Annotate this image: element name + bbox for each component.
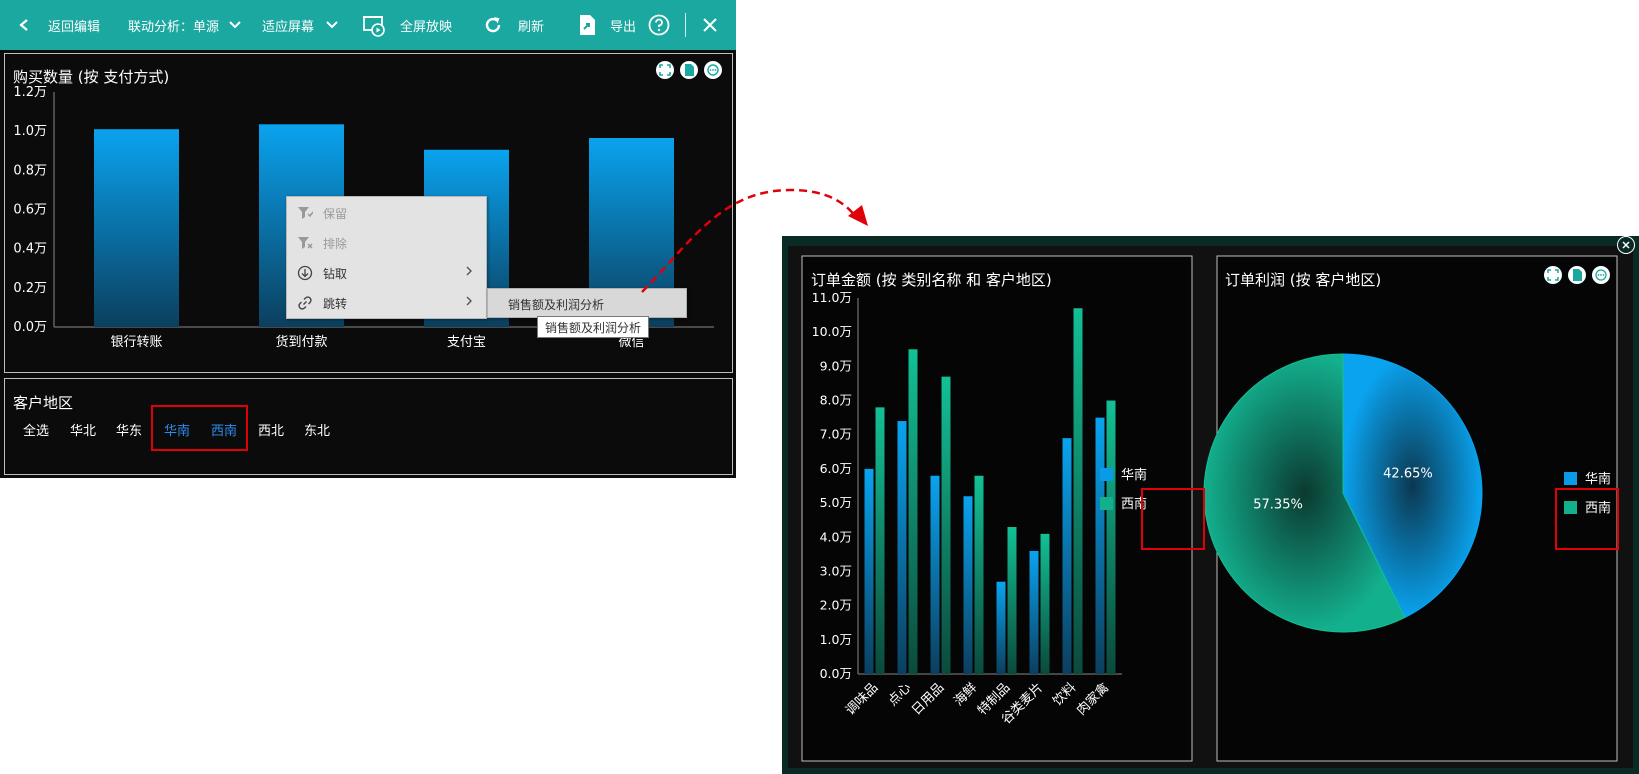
legend-label[interactable]: 华南	[1585, 471, 1611, 487]
chevron-right-icon	[465, 265, 473, 280]
legend-label[interactable]: 华南	[1121, 467, 1147, 483]
y-tick-label: 3.0万	[820, 563, 852, 578]
link-icon	[297, 295, 313, 311]
filter-item[interactable]: 华北	[70, 420, 96, 439]
filter-item[interactable]: 华东	[116, 420, 142, 439]
filter-keep-icon	[297, 205, 314, 221]
context-menu-item[interactable]: 跳转	[287, 288, 486, 318]
jump-arrow-head	[848, 205, 868, 226]
y-tick-label: 11.0万	[812, 290, 852, 305]
x-tick-label: 货到付款	[275, 334, 327, 350]
context-menu-item[interactable]: 钻取	[287, 258, 486, 288]
selection-highlight-box	[151, 405, 248, 451]
pie-data-label: 57.35%	[1253, 497, 1303, 512]
bar[interactable]	[1095, 417, 1105, 674]
bar[interactable]	[875, 407, 885, 674]
bar[interactable]	[94, 129, 179, 327]
customer-region-title: 客户地区	[13, 394, 74, 412]
bar[interactable]	[897, 421, 907, 674]
context-menu: 保留 排除 钻取 跳转	[286, 196, 487, 319]
drill-icon	[297, 265, 313, 281]
y-tick-label: 0.2万	[13, 281, 47, 296]
bar[interactable]	[1062, 438, 1072, 674]
order-profit-title: 订单利润 (按 客户地区)	[1225, 271, 1381, 289]
y-tick-label: 0.6万	[13, 203, 47, 218]
context-menu-item-label: 保留	[323, 207, 348, 221]
bar[interactable]	[864, 468, 874, 674]
expand-icon[interactable]	[1544, 266, 1562, 284]
chevron-right-icon	[465, 295, 473, 310]
legend-swatch	[1100, 468, 1113, 481]
bar[interactable]	[1040, 533, 1050, 674]
bar[interactable]	[930, 475, 940, 674]
legend-label[interactable]: 西南	[1585, 500, 1611, 516]
more-options-icon[interactable]	[1592, 266, 1610, 284]
legend-swatch	[1564, 472, 1577, 485]
jump-target-item[interactable]: 销售额及利润分析	[508, 296, 604, 313]
context-menu-item-label: 排除	[323, 237, 348, 251]
bar[interactable]	[1073, 308, 1083, 674]
x-tick-label: 银行转账	[110, 335, 162, 350]
legend-swatch	[1100, 497, 1113, 510]
y-tick-label: 9.0万	[820, 358, 852, 373]
y-tick-label: 0.4万	[13, 242, 47, 257]
x-tick-label: 支付宝	[447, 335, 486, 350]
order-amount-title: 订单金额 (按 类别名称 和 客户地区)	[811, 271, 1052, 289]
legend-swatch	[1564, 501, 1577, 514]
y-tick-label: 4.0万	[820, 529, 852, 544]
context-menu-item-label: 跳转	[323, 297, 348, 311]
y-tick-label: 0.0万	[13, 320, 47, 335]
y-tick-label: 5.0万	[820, 495, 852, 510]
context-menu-item[interactable]: 保留	[287, 198, 486, 228]
y-tick-label: 1.0万	[13, 124, 47, 139]
bar[interactable]	[908, 349, 918, 674]
context-menu-item[interactable]: 排除	[287, 228, 486, 258]
y-tick-label: 10.0万	[812, 324, 852, 339]
tooltip: 销售额及利润分析	[537, 316, 649, 338]
target-charts-svg: 订单金额 (按 类别名称 和 客户地区) 订单利润 (按 客户地区) 0.0万 1…	[801, 255, 1619, 762]
y-tick-label: 8.0万	[820, 393, 852, 408]
filter-item[interactable]: 东北	[304, 420, 330, 439]
y-tick-label: 1.2万	[13, 85, 47, 100]
filter-exclude-icon	[297, 235, 313, 251]
filter-item[interactable]: 全选	[23, 420, 49, 439]
bar[interactable]	[1106, 400, 1116, 674]
bar[interactable]	[996, 581, 1006, 674]
export-chart-icon[interactable]	[1568, 266, 1586, 284]
pie-data-label: 42.65%	[1383, 467, 1433, 482]
y-tick-label: 0.8万	[13, 163, 47, 178]
bar[interactable]	[941, 376, 951, 674]
bar[interactable]	[1007, 527, 1017, 674]
y-tick-label: 2.0万	[820, 598, 852, 613]
y-tick-label: 1.0万	[820, 632, 852, 647]
customer-region-filter-panel	[4, 378, 733, 475]
context-menu-item-label: 钻取	[323, 267, 348, 281]
y-tick-label: 7.0万	[820, 427, 852, 442]
y-tick-label: 0.0万	[820, 666, 852, 681]
bar[interactable]	[1029, 550, 1039, 674]
y-tick-label: 6.0万	[820, 461, 852, 476]
filter-item[interactable]: 西北	[258, 420, 284, 439]
bar[interactable]	[974, 475, 984, 674]
legend-label[interactable]: 西南	[1121, 496, 1147, 512]
bar[interactable]	[963, 496, 973, 674]
